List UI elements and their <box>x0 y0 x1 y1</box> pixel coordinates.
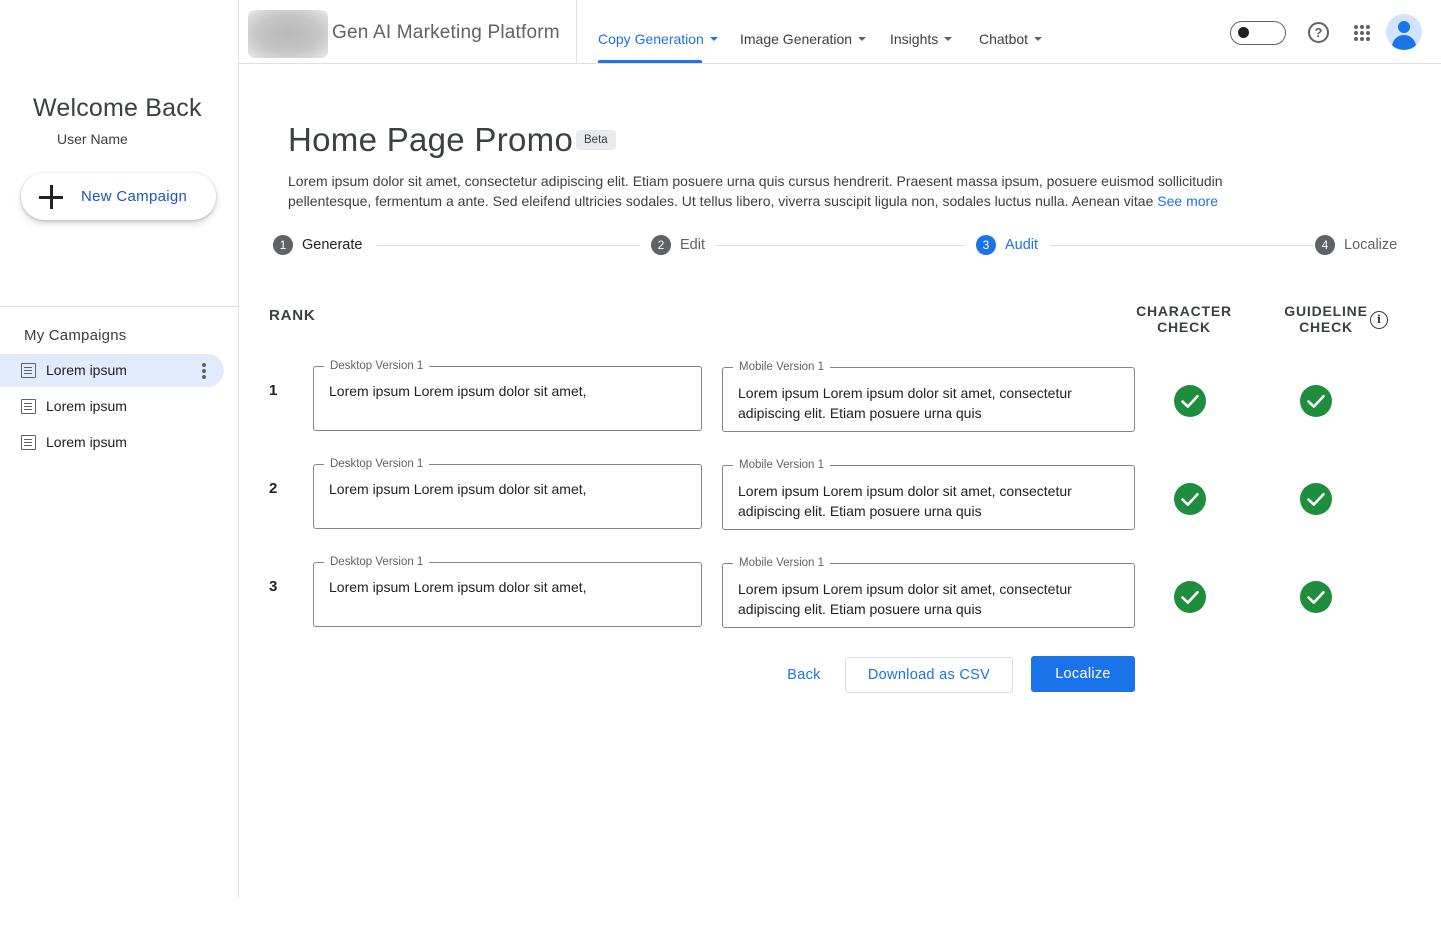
apps-grid-icon[interactable] <box>1354 25 1370 41</box>
more-vert-icon[interactable] <box>201 363 207 379</box>
step-number: 1 <box>273 235 293 255</box>
mobile-copy-field[interactable]: Mobile Version 1 Lorem ipsum Lorem ipsum… <box>722 556 1135 628</box>
field-label: Mobile Version 1 <box>733 556 831 570</box>
step-generate[interactable]: 1 Generate <box>273 235 362 255</box>
step-label: Generate <box>302 237 363 253</box>
campaign-item-label: Lorem ipsum <box>46 434 127 450</box>
mobile-copy-field[interactable]: Mobile Version 1 Lorem ipsum Lorem ipsum… <box>722 458 1135 530</box>
step-connector <box>377 245 640 246</box>
step-audit[interactable]: 3 Audit <box>976 235 1038 255</box>
step-connector <box>1050 245 1314 246</box>
campaign-item[interactable]: Lorem ipsum <box>0 390 224 423</box>
field-value: Lorem ipsum Lorem ipsum dolor sit amet, <box>329 481 587 497</box>
campaign-item-label: Lorem ipsum <box>46 362 127 378</box>
nav-label: Copy Generation <box>598 31 704 47</box>
guideline-check-icon <box>1300 483 1332 515</box>
caret-down-icon <box>709 37 718 41</box>
welcome-heading: Welcome Back <box>33 94 202 122</box>
document-icon <box>21 399 36 414</box>
desktop-copy-field[interactable]: Desktop Version 1 Lorem ipsum Lorem ipsu… <box>313 555 702 627</box>
rank-header: RANK <box>269 307 316 324</box>
guideline-check-icon <box>1300 385 1332 417</box>
caret-down-icon <box>1034 37 1043 41</box>
nav-chatbot[interactable]: Chatbot <box>979 30 1043 48</box>
logo-image <box>248 10 328 58</box>
description-text: Lorem ipsum dolor sit amet, consectetur … <box>288 173 1223 209</box>
field-label: Desktop Version 1 <box>324 359 430 373</box>
nav-label: Insights <box>890 31 939 47</box>
user-name: User Name <box>57 131 128 147</box>
campaign-item-label: Lorem ipsum <box>46 398 127 414</box>
back-button[interactable]: Back <box>776 657 832 693</box>
step-label: Localize <box>1344 237 1398 253</box>
beta-badge: Beta <box>576 130 616 150</box>
field-value: Lorem ipsum Lorem ipsum dolor sit amet, … <box>738 385 1072 421</box>
document-icon <box>21 435 36 450</box>
page-title: Home Page Promo <box>288 121 574 158</box>
new-campaign-label: New Campaign <box>81 188 188 205</box>
sidebar-divider <box>0 306 238 307</box>
campaign-item[interactable]: Lorem ipsum <box>0 354 224 387</box>
step-label: Edit <box>680 237 705 253</box>
localize-button[interactable]: Localize <box>1031 656 1135 692</box>
field-label: Mobile Version 1 <box>733 458 831 472</box>
field-value: Lorem ipsum Lorem ipsum dolor sit amet, … <box>738 581 1072 617</box>
step-localize[interactable]: 4 Localize <box>1315 235 1397 255</box>
top-header: Gen AI Marketing Platform Copy Generatio… <box>239 0 1441 64</box>
guideline-check-header: GUIDELINE CHECK <box>1284 303 1368 335</box>
desktop-copy-field[interactable]: Desktop Version 1 Lorem ipsum Lorem ipsu… <box>313 457 702 529</box>
my-campaigns-heading: My Campaigns <box>24 327 127 344</box>
sidebar: Welcome Back User Name New Campaign My C… <box>0 0 239 898</box>
see-more-link[interactable]: See more <box>1157 193 1218 209</box>
step-number: 2 <box>651 235 671 255</box>
field-label: Desktop Version 1 <box>324 457 430 471</box>
character-check-header: CHARACTER CHECK <box>1136 303 1232 335</box>
rank-number: 3 <box>269 578 278 595</box>
desktop-copy-field[interactable]: Desktop Version 1 Lorem ipsum Lorem ipsu… <box>313 359 702 431</box>
plus-icon <box>38 184 64 210</box>
header-divider <box>576 0 577 63</box>
step-edit[interactable]: 2 Edit <box>651 235 705 255</box>
toggle-knob <box>1238 27 1249 38</box>
app-title: Gen AI Marketing Platform <box>332 22 560 43</box>
field-value: Lorem ipsum Lorem ipsum dolor sit amet, … <box>738 483 1072 519</box>
step-connector <box>716 245 965 246</box>
theme-toggle[interactable] <box>1230 21 1286 45</box>
field-value: Lorem ipsum Lorem ipsum dolor sit amet, <box>329 579 587 595</box>
avatar-icon[interactable] <box>1386 14 1422 50</box>
nav-label: Image Generation <box>740 31 853 47</box>
mobile-copy-field[interactable]: Mobile Version 1 Lorem ipsum Lorem ipsum… <box>722 360 1135 432</box>
help-icon[interactable]: ? <box>1308 22 1329 43</box>
step-number: 4 <box>1315 235 1335 255</box>
rank-number: 1 <box>269 382 278 399</box>
new-campaign-button[interactable]: New Campaign <box>21 173 216 220</box>
character-check-icon <box>1174 483 1206 515</box>
field-value: Lorem ipsum Lorem ipsum dolor sit amet, <box>329 383 587 399</box>
character-check-icon <box>1174 385 1206 417</box>
info-icon[interactable]: i <box>1370 311 1388 329</box>
download-csv-button[interactable]: Download as CSV <box>845 657 1013 693</box>
document-icon <box>21 363 36 378</box>
nav-label: Chatbot <box>979 31 1029 47</box>
step-label: Audit <box>1005 237 1039 253</box>
nav-active-indicator <box>598 60 702 63</box>
page-description: Lorem ipsum dolor sit amet, consectetur … <box>288 171 1278 211</box>
caret-down-icon <box>944 37 953 41</box>
nav-image-generation[interactable]: Image Generation <box>740 30 867 48</box>
campaign-item[interactable]: Lorem ipsum <box>0 426 224 459</box>
caret-down-icon <box>858 37 867 41</box>
field-label: Mobile Version 1 <box>733 360 831 374</box>
step-number: 3 <box>976 235 996 255</box>
nav-insights[interactable]: Insights <box>890 30 953 48</box>
guideline-check-icon <box>1300 581 1332 613</box>
character-check-icon <box>1174 581 1206 613</box>
rank-number: 2 <box>269 480 278 497</box>
nav-copy-generation[interactable]: Copy Generation <box>598 30 718 48</box>
field-label: Desktop Version 1 <box>324 555 430 569</box>
